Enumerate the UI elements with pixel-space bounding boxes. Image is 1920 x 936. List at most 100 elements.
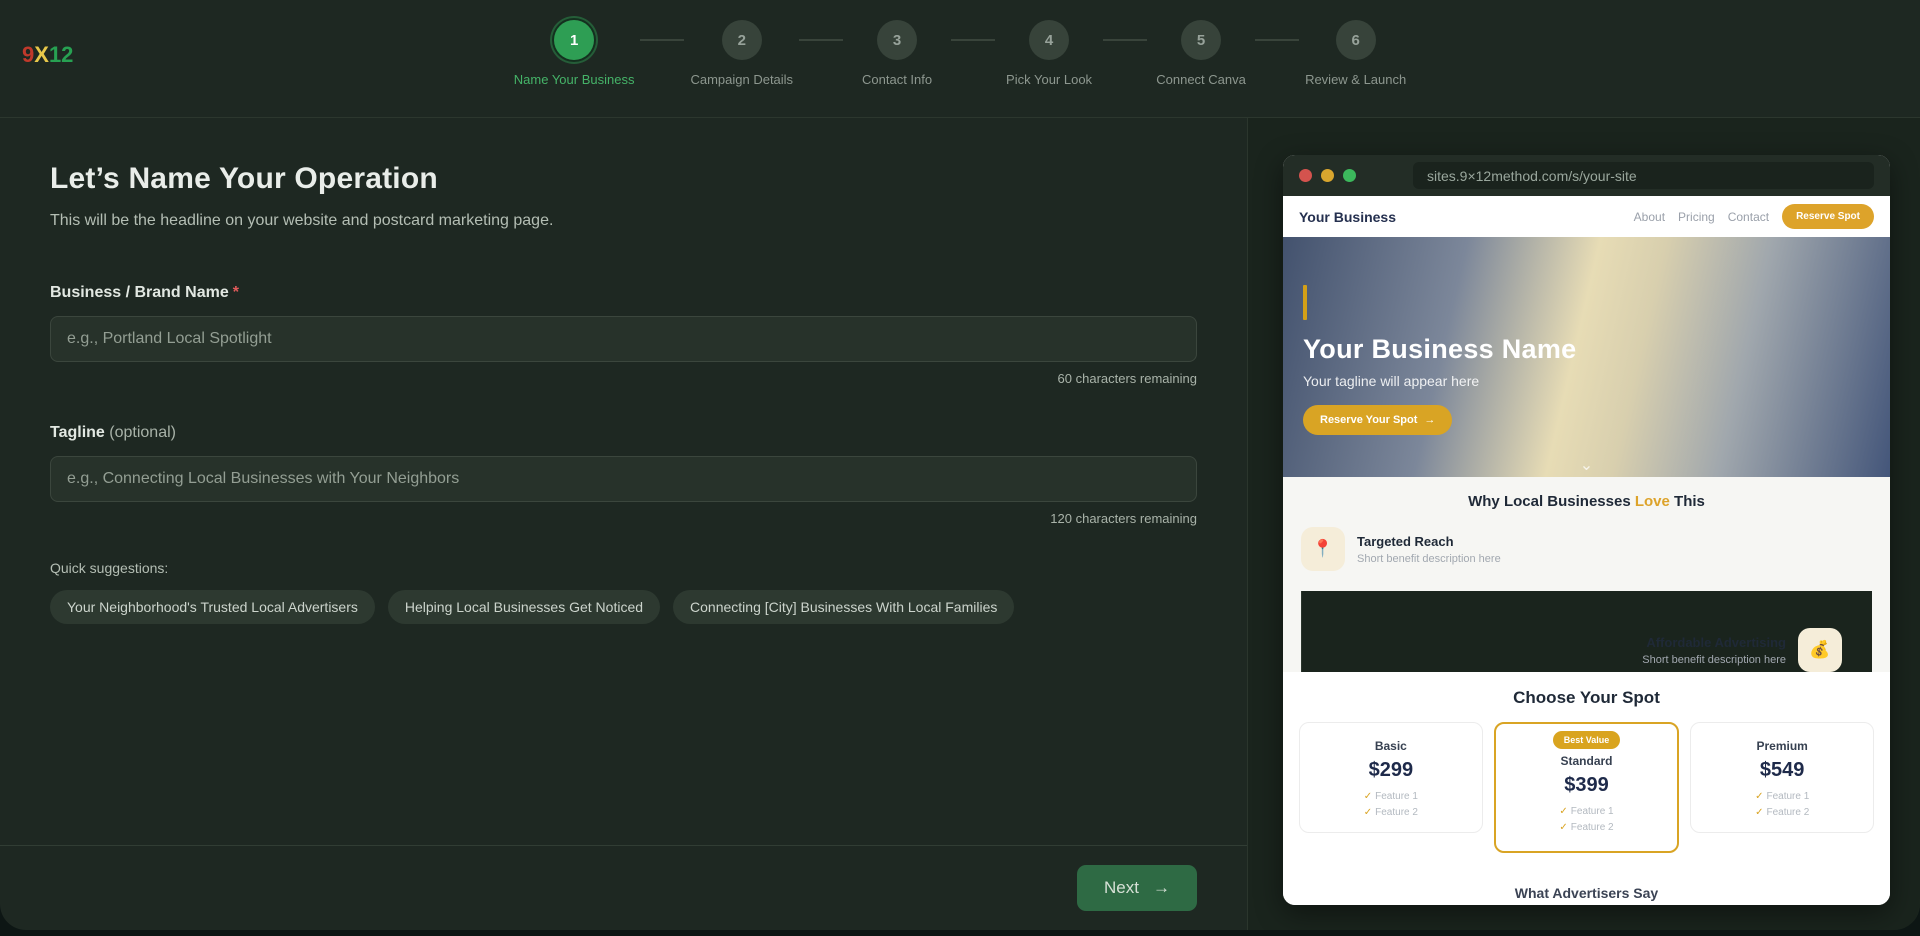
reserve-spot-nav-button[interactable]: Reserve Spot bbox=[1782, 204, 1874, 229]
wizard-app: 9X12 1 Name Your Business 2 Campaign Det… bbox=[0, 0, 1920, 930]
plan-feature: ✓Feature 1 bbox=[1701, 791, 1863, 802]
step-name-your-business[interactable]: 1 Name Your Business bbox=[514, 20, 635, 87]
plan-feature-label: Feature 2 bbox=[1375, 807, 1418, 818]
check-icon: ✓ bbox=[1559, 806, 1567, 817]
arrow-right-icon: → bbox=[1424, 414, 1435, 426]
business-name-label-text: Business / Brand Name bbox=[50, 284, 229, 301]
suggestion-chips: Your Neighborhood's Trusted Local Advert… bbox=[50, 590, 1197, 624]
feature-title: Targeted Reach bbox=[1357, 534, 1501, 549]
why-section: Why Local Businesses Love This 📍 Targete… bbox=[1283, 477, 1890, 672]
next-button-label: Next bbox=[1104, 878, 1139, 898]
plan-name: Basic bbox=[1310, 739, 1472, 753]
traffic-light-red-icon bbox=[1299, 169, 1312, 182]
plan-feature: ✓Feature 2 bbox=[1310, 807, 1472, 818]
feature-title: Affordable Advertising bbox=[1642, 635, 1786, 650]
plan-feature: ✓ Feature 1 bbox=[1506, 806, 1668, 817]
site-nav-link-about[interactable]: About bbox=[1634, 210, 1665, 224]
business-name-input[interactable] bbox=[50, 316, 1197, 362]
plan-feature-label: Feature 2 bbox=[1571, 822, 1614, 833]
business-name-field-group: Business / Brand Name* 60 characters rem… bbox=[50, 284, 1197, 386]
logo: 9X12 bbox=[22, 42, 73, 68]
step-number: 6 bbox=[1336, 20, 1376, 60]
plan-feature-label: Feature 1 bbox=[1375, 791, 1418, 802]
step-connect-canva[interactable]: 5 Connect Canva bbox=[1153, 20, 1249, 87]
why-section-title: Why Local Businesses Love This bbox=[1301, 493, 1872, 510]
logo-part-2: X bbox=[34, 42, 49, 67]
reserve-your-spot-button[interactable]: Reserve Your Spot → bbox=[1303, 405, 1452, 435]
site-nav-link-contact[interactable]: Contact bbox=[1728, 210, 1769, 224]
step-label: Pick Your Look bbox=[1006, 72, 1092, 87]
plan-name: Standard bbox=[1506, 754, 1668, 768]
plan-card-basic[interactable]: Basic $299 ✓Feature 1 ✓Feature 2 bbox=[1299, 722, 1483, 833]
logo-part-3: 12 bbox=[49, 42, 73, 67]
pricing-section-title: Choose Your Spot bbox=[1299, 688, 1874, 708]
site-brand: Your Business bbox=[1299, 209, 1396, 225]
testimonials-title: What Advertisers Say bbox=[1283, 885, 1890, 901]
chevron-down-icon: ⌄ bbox=[1580, 455, 1593, 475]
step-number: 1 bbox=[554, 20, 594, 60]
step-number: 5 bbox=[1181, 20, 1221, 60]
plan-name: Premium bbox=[1701, 739, 1863, 753]
check-icon: ✓ bbox=[1755, 807, 1763, 818]
url-bar: sites.9×12method.com/s/your-site bbox=[1413, 162, 1874, 189]
plan-card-standard[interactable]: Best Value Standard $399 ✓Feature 1 ✓Fea… bbox=[1494, 722, 1680, 853]
plan-feature-label: Feature 1 bbox=[1766, 791, 1809, 802]
plan-price: $399 bbox=[1506, 774, 1668, 797]
page-subtitle: This will be the headline on your websit… bbox=[50, 212, 1197, 230]
business-name-label: Business / Brand Name* bbox=[50, 284, 1197, 302]
step-label: Name Your Business bbox=[514, 72, 635, 87]
money-bag-icon: 💰 bbox=[1798, 628, 1842, 672]
required-asterisk: * bbox=[233, 284, 239, 301]
tagline-label-text: Tagline bbox=[50, 424, 105, 441]
suggestion-chip[interactable]: Your Neighborhood's Trusted Local Advert… bbox=[50, 590, 375, 624]
tagline-label: Tagline (optional) bbox=[50, 424, 1197, 442]
tagline-optional-text: (optional) bbox=[105, 424, 176, 441]
step-contact-info[interactable]: 3 Contact Info bbox=[849, 20, 945, 87]
step-review-launch[interactable]: 6 Review & Launch bbox=[1305, 20, 1406, 87]
hero-accent-bar bbox=[1303, 285, 1307, 320]
site-nav-link-pricing[interactable]: Pricing bbox=[1678, 210, 1715, 224]
logo-part-1: 9 bbox=[22, 42, 34, 67]
quick-suggestions-label: Quick suggestions: bbox=[50, 560, 1197, 576]
plan-feature-label: Feature 1 bbox=[1571, 806, 1614, 817]
suggestion-chip[interactable]: Connecting [City] Businesses With Local … bbox=[673, 590, 1014, 624]
form-footer: Next → bbox=[0, 845, 1247, 930]
plan-feature: ✓Feature 1 bbox=[1310, 791, 1472, 802]
next-button[interactable]: Next → bbox=[1077, 865, 1197, 911]
traffic-light-green-icon bbox=[1343, 169, 1356, 182]
step-label: Contact Info bbox=[862, 72, 932, 87]
hero-title: Your Business Name bbox=[1303, 334, 1890, 365]
main-content: Let’s Name Your Operation This will be t… bbox=[0, 118, 1920, 930]
browser-chrome-bar: sites.9×12method.com/s/your-site bbox=[1283, 155, 1890, 196]
check-icon: ✓ bbox=[1364, 791, 1372, 802]
browser-preview: sites.9×12method.com/s/your-site Your Bu… bbox=[1283, 155, 1890, 905]
feature-affordable-advertising: Affordable Advertising Short benefit des… bbox=[1301, 591, 1872, 672]
testimonials-section: What Advertisers Say bbox=[1283, 870, 1890, 905]
business-name-char-counter: 60 characters remaining bbox=[50, 371, 1197, 386]
header: 9X12 1 Name Your Business 2 Campaign Det… bbox=[0, 0, 1920, 118]
why-title-pre: Why Local Businesses bbox=[1468, 493, 1635, 510]
site-hero: Your Business Name Your tagline will app… bbox=[1283, 237, 1890, 477]
step-label: Review & Launch bbox=[1305, 72, 1406, 87]
plan-price: $549 bbox=[1701, 759, 1863, 782]
step-connector bbox=[1103, 39, 1147, 41]
feature-description: Short benefit description here bbox=[1642, 654, 1786, 666]
step-campaign-details[interactable]: 2 Campaign Details bbox=[690, 20, 793, 87]
why-title-post: This bbox=[1670, 493, 1705, 510]
tagline-input[interactable] bbox=[50, 456, 1197, 502]
traffic-light-yellow-icon bbox=[1321, 169, 1334, 182]
hero-tagline: Your tagline will appear here bbox=[1303, 373, 1890, 389]
step-connector bbox=[1255, 39, 1299, 41]
step-connector bbox=[951, 39, 995, 41]
step-connector bbox=[640, 39, 684, 41]
step-number: 2 bbox=[722, 20, 762, 60]
step-pick-your-look[interactable]: 4 Pick Your Look bbox=[1001, 20, 1097, 87]
step-number: 3 bbox=[877, 20, 917, 60]
plan-price: $299 bbox=[1310, 759, 1472, 782]
suggestion-chip[interactable]: Helping Local Businesses Get Noticed bbox=[388, 590, 660, 624]
plan-feature: ✓Feature 2 bbox=[1701, 807, 1863, 818]
check-icon: ✓ bbox=[1559, 822, 1567, 833]
step-label: Connect Canva bbox=[1156, 72, 1246, 87]
plan-card-premium[interactable]: Premium $549 ✓Feature 1 ✓Feature 2 bbox=[1690, 722, 1874, 833]
feature-targeted-reach: 📍 Targeted Reach Short benefit descripti… bbox=[1301, 527, 1872, 571]
